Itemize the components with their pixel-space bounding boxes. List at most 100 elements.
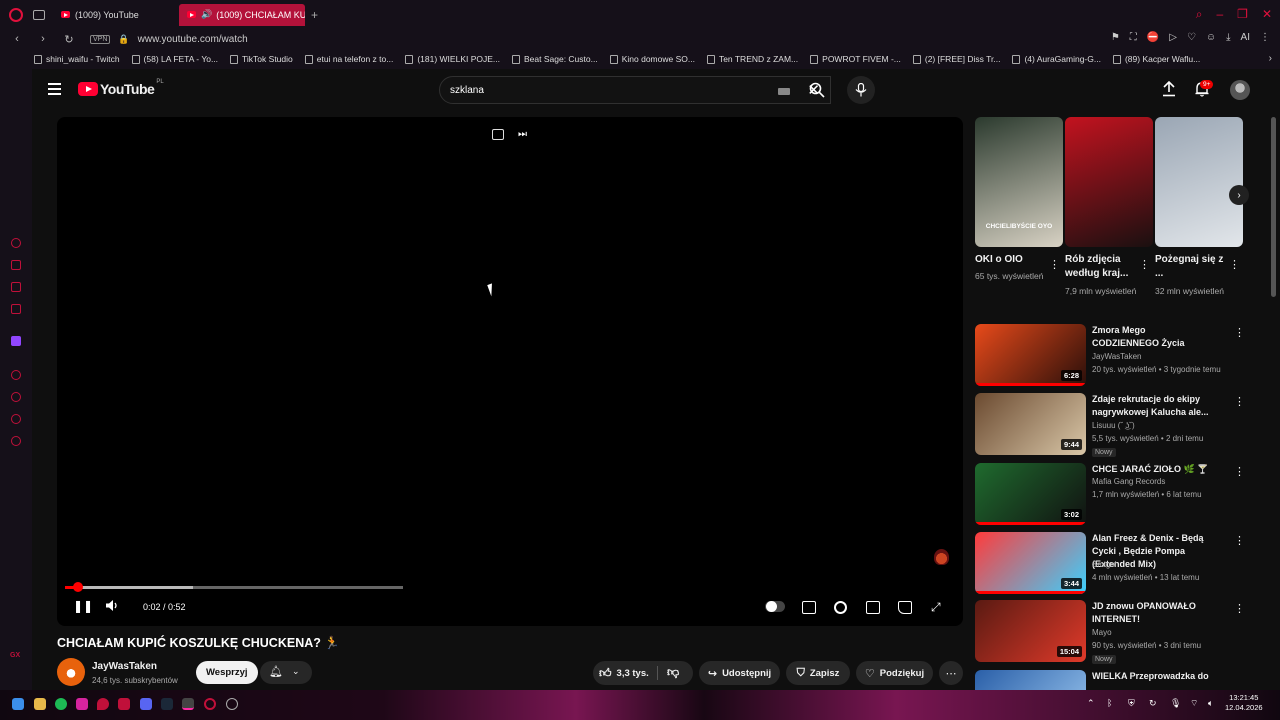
channel-name[interactable]: JayWasTaken: [92, 661, 157, 672]
search-button[interactable]: [797, 76, 837, 104]
extensions-icon[interactable]: [11, 414, 21, 424]
recommendation-title[interactable]: CHCE JARAĆ ZIOŁO 🌿 🍸: [1092, 463, 1212, 476]
history-icon[interactable]: [11, 392, 21, 402]
back-icon[interactable]: ‹: [8, 33, 26, 45]
short-title[interactable]: Rób zdjęcia według kraj...: [1065, 253, 1137, 281]
theater-mode-icon[interactable]: [866, 601, 880, 614]
twitch-icon[interactable]: [11, 336, 21, 346]
short-more-icon[interactable]: ⋮: [1049, 258, 1060, 271]
tab-youtube[interactable]: (1009) YouTube: [53, 4, 179, 26]
search-tabs-icon[interactable]: ⌕: [1196, 7, 1203, 22]
gx-corner-icon[interactable]: [11, 260, 21, 270]
bluetooth-icon[interactable]: ᛒ: [1107, 698, 1112, 708]
snapshot-icon[interactable]: ⛶: [1130, 32, 1137, 43]
recommendation-more-icon[interactable]: ⋮: [1234, 465, 1245, 478]
bookmark-item[interactable]: (4) AuraGaming-G...: [1012, 54, 1101, 64]
fullscreen-icon[interactable]: ⤢: [931, 601, 945, 614]
shield-icon[interactable]: ⛨: [1128, 698, 1135, 709]
support-button[interactable]: Wesprzyj: [196, 661, 258, 684]
bookmark-item[interactable]: shini_waifu - Twitch: [34, 54, 120, 64]
cast-icon[interactable]: [898, 601, 912, 614]
recommendation-title[interactable]: Zdaje rekrutacje do ekipy nagrywkowej Ka…: [1092, 393, 1212, 419]
account-avatar[interactable]: [1230, 80, 1250, 100]
recommendation-item[interactable]: 3:02 CHCE JARAĆ ZIOŁO 🌿 🍸 Mafia Gang Recor…: [975, 463, 1265, 525]
recommendation-thumbnail[interactable]: 3:44: [975, 532, 1086, 594]
vpn-badge[interactable]: VPN: [90, 34, 111, 44]
short-thumbnail[interactable]: CHCIELIBYŚCIE OYO: [975, 117, 1063, 247]
recommendation-more-icon[interactable]: ⋮: [1234, 534, 1245, 547]
settings-gear-icon[interactable]: [834, 601, 847, 614]
opera-logo-icon[interactable]: [9, 7, 23, 22]
recommendation-channel[interactable]: Mayo: [1092, 628, 1112, 637]
hamburger-menu-icon[interactable]: [48, 83, 61, 95]
youtube-logo[interactable]: YouTube PL: [78, 79, 164, 97]
maximize-icon[interactable]: ❐: [1237, 7, 1248, 22]
miniplayer-icon[interactable]: [492, 129, 504, 140]
channel-watermark-icon[interactable]: [934, 549, 949, 565]
bookmark-item[interactable]: (181) WIELKI POJE...: [405, 54, 500, 64]
wifi-icon[interactable]: ⌔: [1190, 698, 1198, 709]
url-field[interactable]: www.youtube.com/watch: [138, 34, 248, 45]
bookmark-item[interactable]: POWROT FIVEM -...: [810, 54, 901, 64]
share-button[interactable]: ↪ Udostępnij: [699, 661, 780, 685]
progress-bar[interactable]: [65, 582, 403, 592]
thanks-button[interactable]: ♡ Podziękuj: [856, 661, 933, 685]
create-upload-icon[interactable]: [1162, 80, 1176, 102]
bookmark-item[interactable]: etui na telefon z to...: [304, 54, 393, 64]
recommendation-item[interactable]: 3:44 Alan Freez & Denix - Będą Cycki , Bę…: [975, 532, 1265, 594]
autoplay-toggle[interactable]: [765, 601, 785, 612]
maps-icon[interactable]: [97, 698, 109, 710]
adblock-icon[interactable]: ⛔: [1147, 32, 1159, 43]
scrubber-handle[interactable]: [72, 582, 83, 592]
mic-tray-icon[interactable]: 🎙︎: [1170, 698, 1181, 709]
save-button[interactable]: ⛉ Zapisz: [786, 661, 850, 685]
recommendation-title[interactable]: Zmora Mego CODZIENNEGO Życia: [1092, 324, 1212, 350]
recommendation-thumbnail[interactable]: 6:28: [975, 324, 1086, 386]
recommendation-title[interactable]: JD znowu OPANOWAŁO INTERNET!: [1092, 600, 1212, 626]
pause-icon[interactable]: ❚❚: [73, 599, 93, 613]
short-card[interactable]: CHCIELIBYŚCIE OYO OKI o OIO 65 tys. wyświe…: [975, 117, 1063, 281]
subtitles-icon[interactable]: [802, 601, 816, 614]
discord-icon[interactable]: [140, 698, 152, 710]
shorts-next-arrow-icon[interactable]: ›: [1229, 185, 1249, 205]
bookmark-icon[interactable]: ⚑: [1111, 32, 1120, 43]
keyboard-icon[interactable]: [778, 88, 790, 95]
file-explorer-icon[interactable]: [34, 698, 46, 710]
mail-icon[interactable]: [11, 304, 21, 314]
new-tab-icon[interactable]: +: [311, 8, 318, 22]
lock-icon[interactable]: 🔒: [118, 34, 129, 45]
recommendation-channel[interactable]: Smigol: [1092, 560, 1116, 569]
minimize-icon[interactable]: –: [1216, 7, 1223, 22]
recommendation-thumbnail[interactable]: 9:44: [975, 393, 1086, 455]
short-thumbnail[interactable]: [1155, 117, 1243, 247]
short-card[interactable]: Pożegnaj się z ... 32 mln wyświetleń ⋮: [1155, 117, 1243, 296]
recommendation-channel[interactable]: Lisuuu (˘ ͜ʖ˘): [1092, 421, 1135, 430]
forward-icon[interactable]: ›: [34, 33, 52, 45]
subscription-bell-button[interactable]: 🔔︎ ⌄: [260, 661, 312, 684]
tab-workspaces-icon[interactable]: [33, 9, 45, 20]
recommendation-thumbnail[interactable]: 15:04: [975, 600, 1086, 662]
voice-search-button[interactable]: [847, 76, 875, 104]
gx-control-icon[interactable]: [11, 238, 21, 248]
instagram-icon[interactable]: [76, 698, 88, 710]
bookmark-item[interactable]: (89) Kacper Waflu...: [1112, 54, 1200, 64]
bookmark-item[interactable]: (58) LA FETA - Yo...: [131, 54, 218, 64]
short-card[interactable]: Rób zdjęcia według kraj... 7,9 mln wyświe…: [1065, 117, 1153, 296]
sync-icon[interactable]: ↻: [1149, 698, 1157, 709]
scrollbar[interactable]: [1271, 117, 1276, 297]
dislike-icon[interactable]: 👎︎: [667, 665, 679, 680]
tab-active-video[interactable]: 🔊 (1009) CHCIAŁAM KUI: [179, 3, 305, 26]
mail-app-icon[interactable]: [118, 698, 130, 710]
recommendation-item[interactable]: 9:44 Zdaje rekrutacje do ekipy nagrywkowe…: [975, 393, 1265, 457]
short-more-icon[interactable]: ⋮: [1139, 258, 1150, 271]
tray-chevron-icon[interactable]: ⌃: [1087, 698, 1095, 709]
reload-icon[interactable]: ↻: [60, 33, 78, 46]
aria-ai-button[interactable]: AI: [1241, 32, 1250, 43]
bookmark-item[interactable]: Beat Sage: Custo...: [512, 54, 598, 64]
download-icon[interactable]: ⤓: [1226, 32, 1230, 43]
bookmark-item[interactable]: TikTok Studio: [230, 54, 293, 64]
play-icon[interactable]: ▷: [1169, 32, 1177, 43]
heart-icon[interactable]: ♡: [1187, 32, 1196, 43]
recommendation-more-icon[interactable]: ⋮: [1234, 395, 1245, 408]
recommendation-title[interactable]: WIELKA Przeprowadzka do: [1092, 670, 1212, 683]
